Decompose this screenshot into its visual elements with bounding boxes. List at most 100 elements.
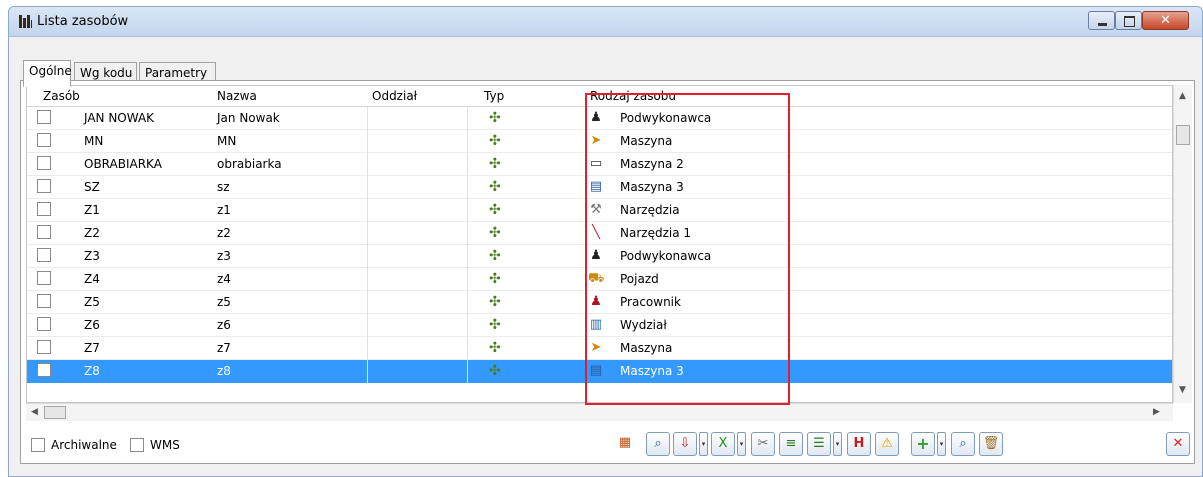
row-checkbox[interactable] [37,225,51,239]
subcontractor-icon: ♟ [590,110,602,125]
row-checkbox[interactable] [37,340,51,354]
cell-rodzaj-zasobu: Narzędzia [620,203,680,217]
table-row[interactable]: Z1 z1 ✣ ⚒ Narzędzia [27,199,1172,222]
cell-rodzaj-zasobu: Maszyna 3 [620,364,684,378]
cell-rodzaj-zasobu: Narzędzia 1 [620,226,691,240]
tab-ogolne[interactable]: Ogólne [23,60,72,87]
close-icon: ✕ [1160,13,1171,28]
export-dropdown-icon[interactable]: ▾ [699,432,708,456]
cell-zasob: Z3 [84,249,100,263]
table-row[interactable]: MN MN ✣ ➤ Maszyna [27,130,1172,153]
window-close-button[interactable]: ✕ [1142,11,1189,30]
minimize-button[interactable] [1088,11,1115,30]
col-header-oddzial[interactable]: Oddział [372,89,417,103]
row-checkbox[interactable] [37,271,51,285]
resource-group-icon: ✣ [489,248,501,264]
col-header-nazwa[interactable]: Nazwa [217,89,257,103]
cell-nazwa: sz [217,180,230,194]
app-icon [19,15,32,28]
table-row[interactable]: Z7 z7 ✣ ➤ Maszyna [27,337,1172,360]
col-header-zasob[interactable]: Zasób [43,89,80,103]
column-divider [467,199,468,222]
archiwalne-checkbox[interactable] [31,438,45,452]
row-checkbox[interactable] [37,110,51,124]
scroll-down-icon[interactable]: ▼ [1179,385,1186,395]
row-checkbox[interactable] [37,179,51,193]
wrench-icon: ⚒ [590,202,602,217]
search-icon[interactable]: ⌕ [951,432,975,456]
vertical-scroll-thumb[interactable] [1176,125,1190,145]
column-divider [367,199,368,222]
cell-rodzaj-zasobu: Pracownik [620,295,681,309]
cell-nazwa: obrabiarka [217,157,282,171]
table-row[interactable]: JAN NOWAK Jan Nowak ✣ ♟ Podwykonawca [27,107,1172,130]
column-divider [367,360,368,383]
row-checkbox[interactable] [37,248,51,262]
table-row[interactable]: Z6 z6 ✣ ▥ Wydział [27,314,1172,337]
excel-dropdown-icon[interactable]: ▾ [737,432,746,456]
table-row[interactable]: Z8 z8 ✣ ▤ Maszyna 3 [27,360,1172,383]
excel-icon[interactable]: X [711,432,735,456]
cell-nazwa: z3 [217,249,231,263]
cell-nazwa: MN [217,134,237,148]
row-checkbox[interactable] [37,363,51,377]
cell-rodzaj-zasobu: Podwykonawca [620,249,712,263]
delete-icon[interactable]: 🗑 [979,432,1003,456]
cell-zasob: Z5 [84,295,100,309]
col-header-typ[interactable]: Typ [484,89,504,103]
worker-icon: ♟ [590,294,602,309]
cell-rodzaj-zasobu: Pojazd [620,272,659,286]
cell-zasob: MN [84,134,104,148]
preview-icon[interactable]: ⌕ [646,432,670,456]
warning-icon[interactable]: ⚠ [875,432,899,456]
archiwalne-label[interactable]: Archiwalne [51,438,117,452]
wms-label[interactable]: WMS [150,438,180,452]
cell-rodzaj-zasobu: Maszyna [620,341,673,355]
close-icon[interactable]: ✕ [1166,432,1190,456]
row-checkbox[interactable] [37,133,51,147]
column-chooser-icon[interactable]: ▦ [613,432,637,456]
column-divider [467,268,468,291]
tree-list-icon[interactable]: ☰ [807,432,831,456]
column-divider [467,337,468,360]
column-divider [367,268,368,291]
cell-rodzaj-zasobu: Podwykonawca [620,111,712,125]
column-divider [467,360,468,383]
add-icon[interactable]: + [911,432,935,456]
table-row[interactable]: Z2 z2 ✣ ╲ Narzędzia 1 [27,222,1172,245]
vertical-scrollbar[interactable]: ▲ ▼ [1173,85,1192,403]
tools-icon[interactable]: ✂ [751,432,775,456]
cell-zasob: Z7 [84,341,100,355]
maximize-button[interactable] [1115,11,1142,30]
resource-group-icon: ✣ [489,156,501,172]
wms-checkbox[interactable] [130,438,144,452]
table-row[interactable]: Z5 z5 ✣ ♟ Pracownik [27,291,1172,314]
window-title: Lista zasobów [37,14,129,29]
horizontal-scroll-thumb[interactable] [44,406,66,419]
column-divider [467,130,468,153]
col-header-rodzaj-zasobu[interactable]: Rodzaj zasobu [590,89,676,103]
scroll-up-icon[interactable]: ▲ [1179,91,1186,101]
row-checkbox[interactable] [37,202,51,216]
column-divider [467,314,468,337]
horizontal-scrollbar[interactable]: ◀ ▶ [26,403,1173,421]
scroll-right-icon[interactable]: ▶ [1153,407,1160,417]
row-checkbox[interactable] [37,294,51,308]
table-row[interactable]: SZ sz ✣ ▤ Maszyna 3 [27,176,1172,199]
resource-group-icon: ✣ [489,271,501,287]
resource-group-icon: ✣ [489,133,501,149]
row-checkbox[interactable] [37,156,51,170]
forklift-icon: ⛟ [588,271,605,286]
list-icon[interactable]: ≡ [779,432,803,456]
row-checkbox[interactable] [37,317,51,331]
table-row[interactable]: OBRABIARKA obrabiarka ✣ ▭ Maszyna 2 [27,153,1172,176]
export-icon[interactable]: ⇩ [673,432,697,456]
table-row[interactable]: Z3 z3 ✣ ♟ Podwykonawca [27,245,1172,268]
scroll-left-icon[interactable]: ◀ [31,407,38,417]
computer-icon: ▤ [589,363,603,378]
tree-dropdown-icon[interactable]: ▾ [833,432,842,456]
history-icon[interactable]: H [847,432,871,456]
resource-grid[interactable]: Zasób Nazwa Oddział Typ Rodzaj zasobu JA… [26,85,1173,403]
add-dropdown-icon[interactable]: ▾ [937,432,946,456]
table-row[interactable]: Z4 z4 ✣ ⛟ Pojazd [27,268,1172,291]
